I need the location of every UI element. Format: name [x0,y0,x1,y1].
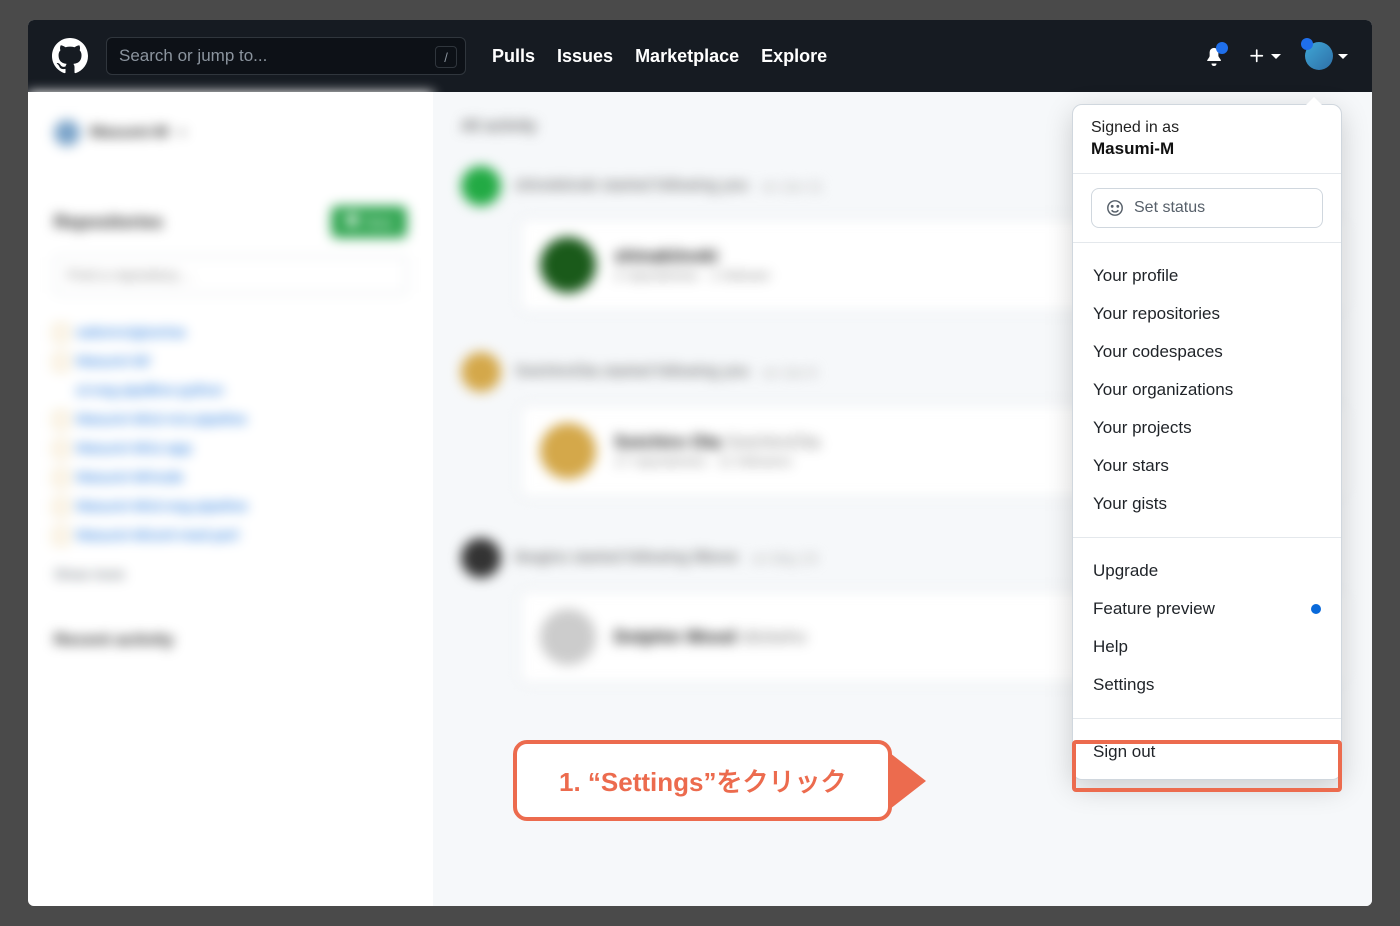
user-menu-button[interactable] [1305,42,1348,70]
search-input[interactable]: Search or jump to... / [106,37,466,75]
nav-pulls[interactable]: Pulls [492,46,535,67]
nav-explore[interactable]: Explore [761,46,827,67]
signed-in-username: Masumi-M [1091,139,1323,159]
avatar-badge [1301,38,1313,50]
menu-your-profile[interactable]: Your profile [1073,257,1341,295]
user-avatar-icon [540,609,596,665]
repo-icon [54,528,68,544]
caret-down-icon [1271,54,1281,59]
repo-link[interactable]: Masumi-M/node [54,463,407,492]
menu-your-repositories[interactable]: Your repositories [1073,295,1341,333]
repo-icon [54,470,68,486]
user-avatar-icon [540,237,596,293]
user-avatar-icon [54,120,80,146]
smiley-icon [1106,199,1124,217]
event-avatar-icon [461,166,501,206]
repositories-heading: Repositories [54,212,163,233]
new-repository-button[interactable]: New [331,206,407,238]
repo-link[interactable]: ul-esg-pipdline-python [54,376,407,405]
menu-help[interactable]: Help [1073,628,1341,666]
search-placeholder: Search or jump to... [119,46,267,66]
repo-icon [54,412,68,428]
user-avatar-icon [540,423,596,479]
repository-list: saitonro/gisorisa Masumi-M/ ul-esg-pipdl… [54,318,407,550]
context-username: Masumi-M [90,124,168,142]
notifications-button[interactable] [1204,46,1224,66]
repo-link[interactable]: Masumi-M/ui-app [54,434,407,463]
menu-your-gists[interactable]: Your gists [1073,485,1341,523]
slash-key-hint: / [435,46,457,68]
event-avatar-icon [461,352,501,392]
github-logo[interactable] [52,38,88,74]
repo-link[interactable]: saitonro/gisorisa [54,318,407,347]
create-new-button[interactable] [1248,47,1281,65]
repo-icon [54,499,68,515]
repo-icon [54,441,68,457]
repo-link[interactable]: Masumi-M/ [54,347,407,376]
repo-icon [54,325,68,341]
find-repository-input[interactable]: Find a repository… [54,256,407,294]
show-more-link[interactable]: Show more [54,566,407,582]
menu-your-organizations[interactable]: Your organizations [1073,371,1341,409]
menu-sign-out[interactable]: Sign out [1073,733,1341,771]
recent-activity-heading: Recent activity [54,630,407,650]
repo-icon [54,354,68,370]
menu-your-codespaces[interactable]: Your codespaces [1073,333,1341,371]
user-menu-dropdown: Signed in as Masumi-M Set status Your pr… [1072,104,1342,780]
repo-link[interactable]: Masumi-M/ul-esg-pipeline [54,492,407,521]
menu-upgrade[interactable]: Upgrade [1073,552,1341,590]
notification-badge [1216,42,1228,54]
annotation-label: 1. “Settings”をクリック [513,740,892,821]
repo-link[interactable]: Masumi-M/uml-med-perl [54,521,407,550]
menu-feature-preview[interactable]: Feature preview [1073,590,1341,628]
feature-preview-badge [1311,604,1321,614]
menu-settings[interactable]: Settings [1073,666,1341,704]
repo-link[interactable]: Masumi-M/ul-mvi-pipeline [54,405,407,434]
nav-issues[interactable]: Issues [557,46,613,67]
caret-down-icon [1338,54,1348,59]
set-status-button[interactable]: Set status [1091,188,1323,228]
primary-nav: Pulls Issues Marketplace Explore [492,46,827,67]
menu-your-section: Your profile Your repositories Your code… [1073,249,1341,531]
menu-account-section: Upgrade Feature preview Help Settings [1073,544,1341,712]
menu-your-projects[interactable]: Your projects [1073,409,1341,447]
signed-in-header: Signed in as Masumi-M [1073,105,1341,174]
context-switcher[interactable]: Masumi-M [54,120,407,146]
tutorial-annotation: 1. “Settings”をクリック [513,740,926,821]
github-header: Search or jump to... / Pulls Issues Mark… [28,20,1372,92]
annotation-arrow-icon [890,753,926,809]
dashboard-sidebar: Masumi-M Repositories New Find a reposit… [28,92,433,906]
menu-your-stars[interactable]: Your stars [1073,447,1341,485]
event-avatar-icon [461,538,501,578]
nav-marketplace[interactable]: Marketplace [635,46,739,67]
caret-down-icon [178,131,186,135]
